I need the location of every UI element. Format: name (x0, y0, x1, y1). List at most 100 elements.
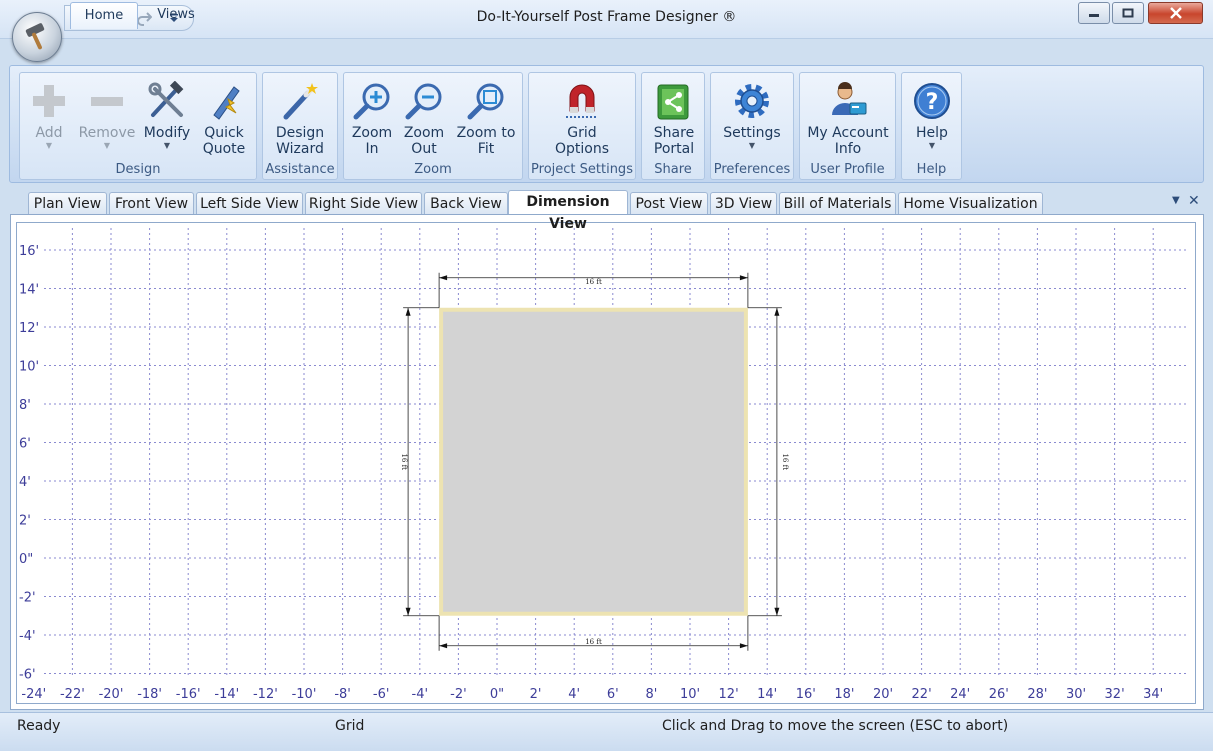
x-axis-tick-label: 24' (950, 687, 970, 702)
building-footprint[interactable] (439, 307, 748, 616)
minimize-button[interactable] (1078, 2, 1110, 24)
group-caption-assistance: Assistance (265, 162, 335, 177)
ribbon-group-zoom: Zoom In Zoom Out Zoom to Fit Zoom (343, 72, 523, 180)
quick-quote-button[interactable]: Quick Quote (196, 79, 252, 157)
dim-arrow (739, 275, 748, 281)
ribbon-group-help: ? Help ▼ Help (901, 72, 962, 180)
x-axis-tick-label: 2' (530, 687, 542, 702)
zoom-fit-icon (467, 83, 504, 120)
grid-options-button[interactable]: Grid Options (549, 79, 615, 157)
x-axis-tick-label: -2' (450, 687, 467, 702)
dim-arrow (439, 643, 448, 649)
remove-button[interactable]: Remove ▼ (76, 79, 138, 151)
share-portal-label-2: Portal (653, 141, 695, 157)
x-axis-tick-label: 6' (607, 687, 619, 702)
zoom-to-fit-button[interactable]: Zoom to Fit (452, 79, 520, 157)
user-card-icon (832, 82, 867, 115)
status-mode: Grid (335, 718, 365, 734)
my-account-info-button[interactable]: My Account Info (804, 79, 892, 157)
tab-post-view[interactable]: Post View (630, 192, 708, 214)
x-axis-tick-label: 0" (490, 687, 504, 702)
minus-icon (91, 97, 123, 106)
settings-label: Settings (723, 125, 781, 141)
tab-close-icon[interactable]: ✕ (1188, 193, 1200, 209)
modify-label: Modify (143, 125, 191, 141)
tab-list-chevron-down-icon[interactable]: ▼ (1172, 195, 1180, 206)
tab-home-visualization[interactable]: Home Visualization (898, 192, 1043, 214)
y-axis-tick-label: 14' (19, 283, 39, 298)
status-bar (0, 712, 1213, 751)
x-axis-tick-label: 28' (1027, 687, 1047, 702)
svg-text:?: ? (926, 90, 939, 115)
status-state: Ready (17, 718, 61, 734)
ribbon-tab-views[interactable]: Views (145, 2, 207, 28)
y-axis-tick-label: 12' (19, 321, 39, 336)
x-axis-tick-label: -22' (60, 687, 85, 702)
y-axis-tick-label: 2' (19, 514, 31, 529)
tab-right-side-view[interactable]: Right Side View (305, 192, 422, 214)
magic-wand-icon (283, 83, 318, 120)
modify-dropdown-caret: ▼ (163, 141, 171, 150)
design-wizard-label-2: Wizard (276, 141, 324, 157)
tab-bill-of-materials[interactable]: Bill of Materials (779, 192, 896, 214)
x-axis-tick-label: 22' (912, 687, 932, 702)
dim-label-top: 16 ft (585, 278, 602, 286)
share-portal-button[interactable]: Share Portal (646, 79, 702, 157)
dim-arrow (439, 275, 448, 281)
zoom-out-label-2: Out (411, 141, 437, 157)
ribbon-group-design: Add ▼ Remove ▼ Modify ▼ Quick Quote Desi… (19, 72, 257, 180)
app-menu-button[interactable] (12, 12, 62, 62)
tab-3d-view[interactable]: 3D View (710, 192, 777, 214)
maximize-button[interactable] (1112, 2, 1144, 24)
ribbon-group-assistance: Design Wizard Assistance (262, 72, 338, 180)
design-wizard-button[interactable]: Design Wizard (267, 79, 333, 157)
add-dropdown-caret: ▼ (45, 141, 53, 150)
x-axis-tick-label: -16' (176, 687, 201, 702)
ribbon-tab-row (0, 38, 1213, 66)
tab-dimension-view[interactable]: Dimension View (508, 190, 628, 232)
settings-button[interactable]: Settings ▼ (717, 79, 787, 151)
settings-dropdown-caret: ▼ (748, 141, 756, 150)
x-axis-tick-label: -8' (334, 687, 351, 702)
zoom-out-button[interactable]: Zoom Out (400, 79, 448, 157)
x-axis-tick-label: 12' (719, 687, 739, 702)
group-caption-help: Help (916, 162, 947, 177)
tab-back-view[interactable]: Back View (424, 192, 508, 214)
view-tab-strip: Plan View Front View Left Side View Righ… (14, 190, 1204, 232)
zoom-out-icon (405, 83, 442, 120)
share-portal-label-1: Share (653, 125, 695, 141)
x-axis-tick-label: 34' (1143, 687, 1163, 702)
tab-plan-view[interactable]: Plan View (28, 192, 107, 214)
x-axis-tick-label: 14' (757, 687, 777, 702)
dim-arrow (405, 307, 411, 316)
quick-quote-label-1: Quick (204, 125, 244, 141)
group-caption-share: Share (654, 162, 692, 177)
zoom-out-label-1: Zoom (403, 125, 445, 141)
modify-button[interactable]: Modify ▼ (140, 79, 194, 151)
ribbon-group-user-profile: My Account Info User Profile (799, 72, 896, 180)
x-axis-tick-label: -4' (412, 687, 429, 702)
add-label: Add (35, 125, 63, 141)
close-button[interactable] (1148, 2, 1203, 24)
zoom-in-button[interactable]: Zoom In (348, 79, 396, 157)
y-axis-tick-label: -4' (19, 629, 36, 644)
dim-arrow (739, 643, 748, 649)
tab-front-view[interactable]: Front View (109, 192, 194, 214)
magnet-grid-icon (566, 84, 598, 118)
grid-options-label-2: Options (554, 141, 610, 157)
remove-label: Remove (78, 125, 136, 141)
dimension-canvas[interactable]: -24' -22' -20' -18' -16' -14' -12' -10' -8' -6' -4… (16, 222, 1196, 704)
tab-left-side-view[interactable]: Left Side View (196, 192, 303, 214)
remove-dropdown-caret: ▼ (103, 141, 111, 150)
gear-icon (735, 84, 769, 118)
ribbon-tab-home[interactable]: Home (70, 2, 138, 29)
group-caption-project-settings: Project Settings (531, 162, 633, 177)
x-axis-tick-label: -6' (373, 687, 390, 702)
group-caption-user-profile: User Profile (810, 162, 885, 177)
building-floor[interactable] (443, 311, 744, 612)
x-axis-tick-label: 16' (796, 687, 816, 702)
help-button[interactable]: ? Help ▼ (906, 79, 958, 151)
add-button[interactable]: Add ▼ (24, 79, 74, 151)
y-axis-tick-label: 16' (19, 244, 39, 259)
x-axis-tick-label: -14' (214, 687, 239, 702)
